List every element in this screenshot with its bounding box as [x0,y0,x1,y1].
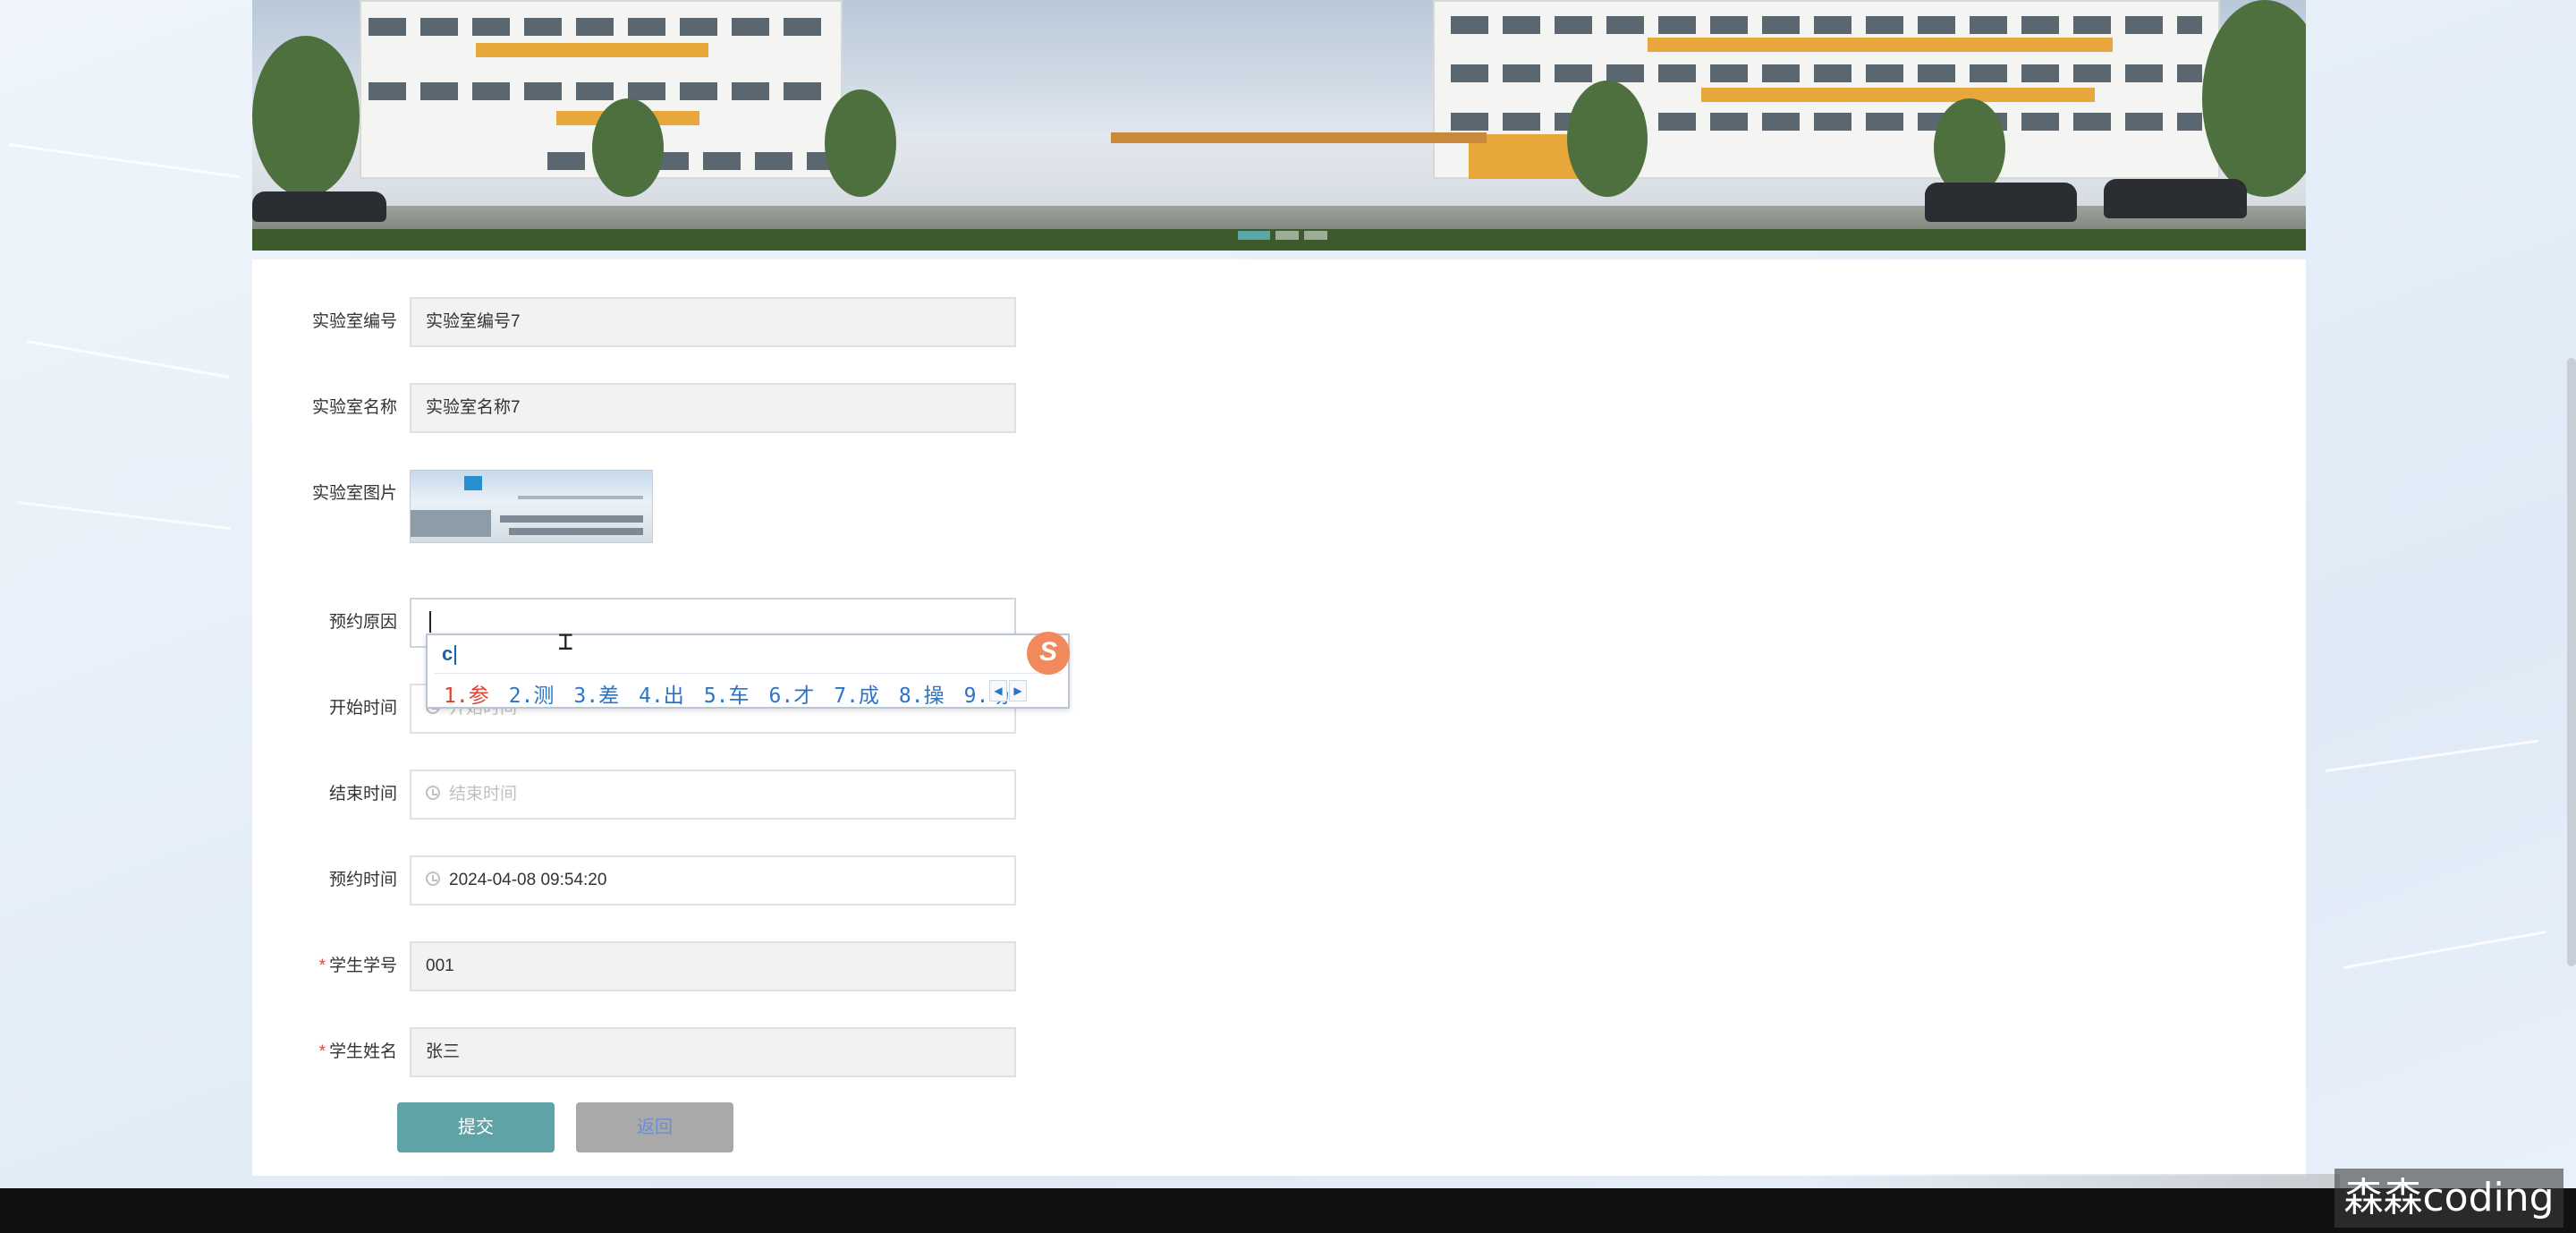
text-caret [429,611,431,633]
lab-number-label: 实验室编号 [311,312,397,331]
submit-button[interactable]: 提交 [397,1102,555,1152]
student-id-field[interactable]: 001 [410,941,1016,991]
clock-icon [426,872,440,887]
triangle-left-icon[interactable]: ◀ [989,680,1007,702]
bottom-bar [0,1188,2576,1233]
lab-name-field[interactable]: 实验室名称7 [410,383,1016,433]
lab-number-field[interactable]: 实验室编号7 [410,297,1016,347]
ime-candidate-list: 1.参 2.测 3.差 4.出 5.车 6.才 7.成 8.操 9.场 [444,678,1009,709]
sogou-logo-icon: S [1027,632,1070,675]
banner-car [1925,183,2077,222]
bg-decoration [17,501,232,531]
banner-carousel[interactable] [252,0,2306,251]
end-time-label: 结束时间 [328,785,397,804]
end-time-picker[interactable]: 结束时间 [410,770,1016,820]
booking-time-picker[interactable]: 2024-04-08 09:54:20 [410,855,1016,906]
required-mark: * [318,1042,326,1061]
ime-candidate[interactable]: 7.成 [834,678,879,709]
banner-windows [1451,16,2202,34]
bg-decoration [8,143,240,179]
carousel-dot[interactable] [1275,231,1299,240]
ime-candidate[interactable]: 8.操 [899,678,945,709]
ime-page-controls: ◀ ▶ [989,680,1027,702]
banner-tree [252,36,360,197]
lab-image-detail [411,510,491,537]
banner-canopy [1111,132,1487,143]
ime-candidate[interactable]: 1.参 [444,678,489,709]
ime-divider [435,673,1061,674]
ime-composition: c [442,642,457,666]
banner-car [252,191,386,222]
banner-windows [547,152,834,170]
reason-label: 预约原因 [328,613,397,632]
ime-candidate[interactable]: 2.测 [509,678,555,709]
back-button[interactable]: 返回 [576,1102,733,1152]
ime-candidate[interactable]: 4.出 [639,678,684,709]
bg-decoration [2325,739,2538,772]
banner-tree [825,89,896,197]
carousel-dot[interactable] [1304,231,1327,240]
carousel-dot[interactable] [1238,231,1270,240]
student-name-field[interactable]: 张三 [410,1027,1016,1077]
banner-accent [1648,38,2113,52]
lab-image-detail [500,515,643,523]
start-time-label: 开始时间 [328,699,397,718]
bg-decoration [26,340,230,378]
lab-image-detail [509,528,643,535]
lab-image[interactable] [410,470,653,543]
lab-name-label: 实验室名称 [311,398,397,417]
carousel-indicators[interactable] [1238,231,1327,240]
banner-windows [1451,64,2202,82]
booking-time-label: 预约时间 [328,871,397,889]
banner-car [2104,179,2247,218]
clock-icon [426,786,440,801]
required-mark: * [318,957,326,975]
ime-candidate-popup[interactable]: c 1.参 2.测 3.差 4.出 5.车 6.才 7.成 8.操 9.场 ◀ … [426,632,1070,709]
watermark: 森森coding [2334,1169,2563,1228]
lab-image-label: 实验室图片 [311,484,397,503]
ime-candidate[interactable]: 6.才 [769,678,815,709]
triangle-right-icon[interactable]: ▶ [1009,680,1027,702]
page-scrollbar[interactable] [2567,358,2576,966]
ime-candidate[interactable]: 5.车 [704,678,750,709]
banner-windows [369,82,834,100]
banner-windows [1451,113,2202,131]
student-id-label: * 学生学号 [318,957,397,975]
ibeam-cursor-icon: ⌶ [558,626,573,656]
student-name-label: * 学生姓名 [318,1042,397,1061]
lab-image-detail [464,476,482,490]
banner-windows [369,18,834,36]
ime-candidate[interactable]: 3.差 [573,678,619,709]
banner-tree [592,98,664,197]
lab-image-detail [518,496,643,499]
bg-decoration [2343,931,2546,969]
banner-accent [476,43,708,57]
banner-accent [1701,88,2095,102]
banner-tree [1567,81,1648,197]
